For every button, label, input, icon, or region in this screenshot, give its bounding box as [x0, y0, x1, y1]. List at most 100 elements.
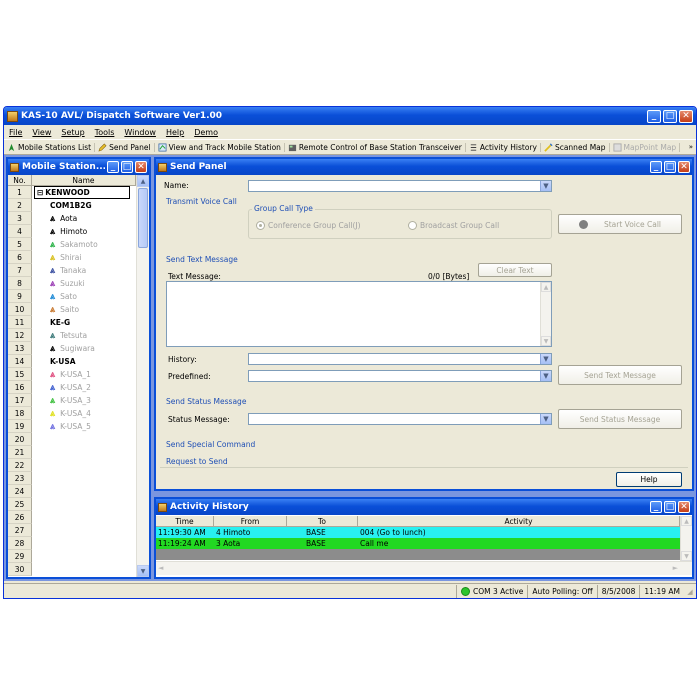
help-button[interactable]: Help [616, 472, 682, 487]
activity-scroll-up[interactable]: ▲ [681, 516, 692, 526]
tree-row-empty[interactable]: 29 [8, 550, 136, 563]
name-dropdown-arrow-icon[interactable]: ▼ [540, 181, 551, 191]
tree-row-group[interactable]: 11 KE-G [8, 316, 136, 329]
toolbar-mobile-stations-list[interactable]: Mobile Stations List [4, 142, 96, 152]
activity-scroll-down[interactable]: ▼ [681, 551, 692, 561]
toolbar-activity-history[interactable]: Activity History [466, 142, 541, 152]
tree-row-station[interactable]: 16 ⩓ K-USA_2 [8, 381, 136, 394]
tree-row-empty[interactable]: 21 [8, 446, 136, 459]
activity-vscrollbar[interactable]: ▲ ▼ [680, 516, 692, 561]
toolbar-view-track[interactable]: View and Track Mobile Station [155, 142, 285, 152]
text-scroll-up[interactable]: ▲ [541, 282, 551, 292]
tree-row-empty[interactable]: 27 [8, 524, 136, 537]
toolbar-send-panel[interactable]: Send Panel [95, 142, 155, 152]
menu-window[interactable]: Window [119, 128, 161, 137]
maximize-button[interactable]: □ [663, 109, 677, 123]
send-status-message-button[interactable]: Send Status Message [558, 409, 682, 429]
text-message-area[interactable]: ▲ ▼ [166, 281, 552, 347]
menu-setup[interactable]: Setup [56, 128, 89, 137]
tree-row-group[interactable]: 2 COM1B2G [8, 199, 136, 212]
request-to-send-heading[interactable]: Request to Send [166, 457, 228, 466]
text-scroll-down[interactable]: ▼ [541, 336, 551, 346]
activity-hscrollbar[interactable]: ◄ ► [156, 561, 692, 575]
history-dropdown-arrow-icon[interactable]: ▼ [540, 354, 551, 364]
close-button[interactable]: ✕ [679, 109, 693, 123]
history-combo[interactable]: ▼ [248, 353, 552, 365]
tree-row-group[interactable]: 1 ⊟ KENWOOD [8, 186, 136, 199]
tree-row-station[interactable]: 6 ⩓ Shirai [8, 251, 136, 264]
text-message-scrollbar[interactable]: ▲ ▼ [540, 282, 551, 346]
tree-row-group[interactable]: 14 K-USA [8, 355, 136, 368]
send-maximize-button[interactable]: □ [664, 161, 676, 173]
tree-row-empty[interactable]: 23 [8, 472, 136, 485]
activity-maximize-button[interactable]: □ [664, 501, 676, 513]
toolbar-overflow-icon[interactable]: » [689, 143, 696, 151]
start-voice-call-button[interactable]: Start Voice Call [558, 214, 682, 234]
menu-demo[interactable]: Demo [189, 128, 223, 137]
activity-minimize-button[interactable]: _ [650, 501, 662, 513]
menu-help[interactable]: Help [161, 128, 189, 137]
activity-col-to[interactable]: To [287, 516, 358, 527]
toolbar-remote-control[interactable]: Remote Control of Base Station Transceiv… [285, 142, 466, 152]
send-text-message-button[interactable]: Send Text Message [558, 365, 682, 385]
toolbar-scanned-map[interactable]: Scanned Map [541, 142, 610, 152]
send-special-command-heading[interactable]: Send Special Command [166, 440, 255, 449]
send-panel-title-bar[interactable]: Send Panel _ □ ✕ [156, 159, 692, 175]
scroll-up-button[interactable]: ▲ [137, 175, 149, 187]
send-minimize-button[interactable]: _ [650, 161, 662, 173]
mobile-station-scrollbar[interactable]: ▲ ▼ [136, 175, 149, 577]
tree-row-empty[interactable]: 26 [8, 511, 136, 524]
mobile-close-button[interactable]: ✕ [135, 161, 147, 173]
tree-row-station[interactable]: 9 ⩓ Sato [8, 290, 136, 303]
hscroll-left-icon[interactable]: ◄ [158, 564, 163, 572]
predefined-combo[interactable]: ▼ [248, 370, 552, 382]
mobile-station-tree[interactable]: 1 ⊟ KENWOOD 2 COM1B2G 3 ⩓ Aota 4 ⩓ Himoto 5 ⩓ Sakamot… [8, 186, 136, 577]
scroll-down-button[interactable]: ▼ [137, 565, 149, 577]
tree-row-station[interactable]: 4 ⩓ Himoto [8, 225, 136, 238]
status-dropdown-arrow-icon[interactable]: ▼ [540, 414, 551, 424]
menu-tools[interactable]: Tools [90, 128, 120, 137]
activity-col-time[interactable]: Time [156, 516, 214, 527]
activity-history-title-bar[interactable]: Activity History _ □ ✕ [156, 499, 692, 515]
menu-view[interactable]: View [27, 128, 56, 137]
column-header-name[interactable]: Name [32, 175, 136, 186]
tree-row-station[interactable]: 10 ⩓ Saito [8, 303, 136, 316]
broadcast-group-call-radio[interactable]: Broadcast Group Call [408, 221, 499, 230]
minimize-button[interactable]: _ [647, 109, 661, 123]
toolbar-mappoint-map[interactable]: MapPoint Map [610, 142, 681, 152]
tree-row-station[interactable]: 18 ⩓ K-USA_4 [8, 407, 136, 420]
tree-row-empty[interactable]: 30 [8, 563, 136, 576]
tree-row-empty[interactable]: 22 [8, 459, 136, 472]
tree-row-station[interactable]: 15 ⩓ K-USA_1 [8, 368, 136, 381]
mobile-station-title-bar[interactable]: Mobile Station... _ □ ✕ [8, 159, 149, 175]
send-close-button[interactable]: ✕ [678, 161, 690, 173]
tree-row-station[interactable]: 12 ⩓ Tetsuta [8, 329, 136, 342]
collapse-icon[interactable]: ⊟ [37, 188, 43, 197]
scroll-thumb[interactable] [138, 188, 148, 248]
app-title-bar[interactable]: KAS-10 AVL/ Dispatch Software Ver1.00 _ … [4, 107, 696, 125]
tree-row-station[interactable]: 5 ⩓ Sakamoto [8, 238, 136, 251]
tree-row-empty[interactable]: 20 [8, 433, 136, 446]
status-message-combo[interactable]: ▼ [248, 413, 552, 425]
hscroll-right-icon[interactable]: ► [673, 564, 678, 572]
column-header-no[interactable]: No. [8, 175, 32, 186]
clear-text-button[interactable]: Clear Text [478, 263, 552, 277]
tree-row-station[interactable]: 8 ⩓ Suzuki [8, 277, 136, 290]
mobile-minimize-button[interactable]: _ [107, 161, 119, 173]
tree-row-station[interactable]: 13 ⩓ Sugiwara [8, 342, 136, 355]
name-combo[interactable]: ▼ [248, 180, 552, 192]
conference-group-call-radio[interactable]: Conference Group Call(J) [256, 221, 361, 230]
activity-row[interactable]: 11:19:30 AM 4 Himoto BASE 004 (Go to lunch) [156, 527, 680, 538]
mobile-maximize-button[interactable]: □ [121, 161, 133, 173]
activity-close-button[interactable]: ✕ [678, 501, 690, 513]
tree-row-station[interactable]: 19 ⩓ K-USA_5 [8, 420, 136, 433]
tree-row-empty[interactable]: 28 [8, 537, 136, 550]
activity-col-activity[interactable]: Activity [358, 516, 680, 527]
tree-row-station[interactable]: 3 ⩓ Aota [8, 212, 136, 225]
predefined-dropdown-arrow-icon[interactable]: ▼ [540, 371, 551, 381]
activity-row[interactable]: 11:19:24 AM 3 Aota BASE Call me [156, 538, 680, 549]
tree-row-station[interactable]: 17 ⩓ K-USA_3 [8, 394, 136, 407]
tree-row-empty[interactable]: 24 [8, 485, 136, 498]
activity-col-from[interactable]: From [214, 516, 287, 527]
resize-grip-icon[interactable]: ◢ [684, 585, 696, 599]
